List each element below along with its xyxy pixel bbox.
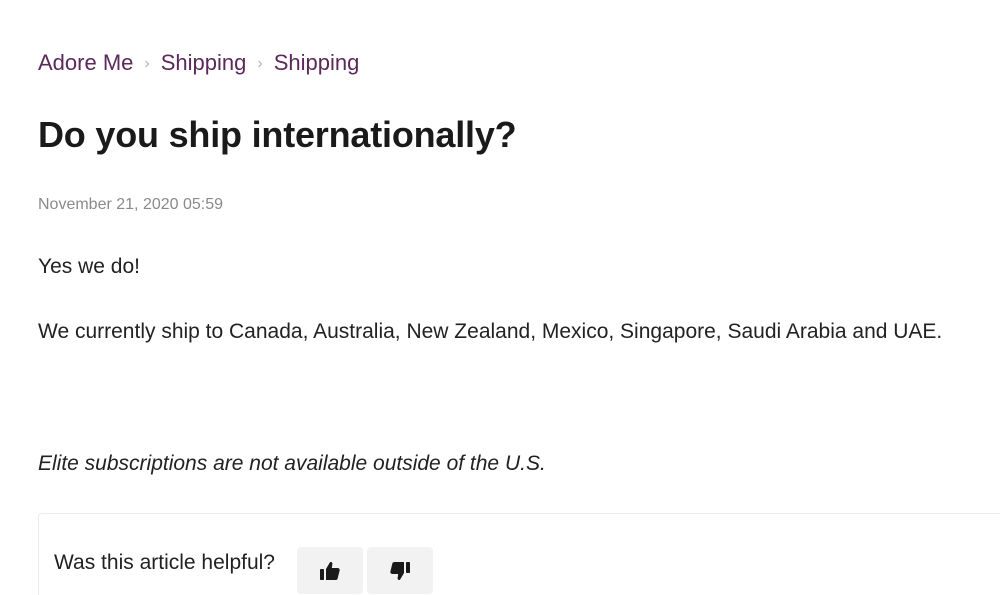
article-title: Do you ship internationally?: [38, 114, 517, 155]
article-paragraph: We currently ship to Canada, Australia, …: [38, 320, 943, 343]
thumbs-up-icon: [320, 561, 340, 580]
feedback-question: Was this article helpful?: [54, 551, 275, 574]
breadcrumb-link-category[interactable]: Shipping: [161, 50, 247, 76]
article-page: Adore Me › Shipping › Shipping Do you sh…: [0, 0, 1000, 595]
article-paragraph: Yes we do!: [38, 255, 140, 278]
vote-up-button[interactable]: [297, 547, 363, 594]
breadcrumb-link-section[interactable]: Shipping: [274, 50, 360, 76]
article-note: Elite subscriptions are not available ou…: [38, 452, 546, 475]
vote-down-button[interactable]: [367, 547, 433, 594]
feedback-panel: Was this article helpful?: [38, 513, 1000, 595]
article-date: November 21, 2020 05:59: [38, 196, 224, 213]
breadcrumb: Adore Me › Shipping › Shipping: [38, 50, 359, 76]
breadcrumb-separator: ›: [144, 55, 150, 72]
breadcrumb-separator: ›: [257, 55, 263, 72]
breadcrumb-link-home[interactable]: Adore Me: [38, 50, 133, 76]
thumbs-down-icon: [390, 561, 410, 580]
